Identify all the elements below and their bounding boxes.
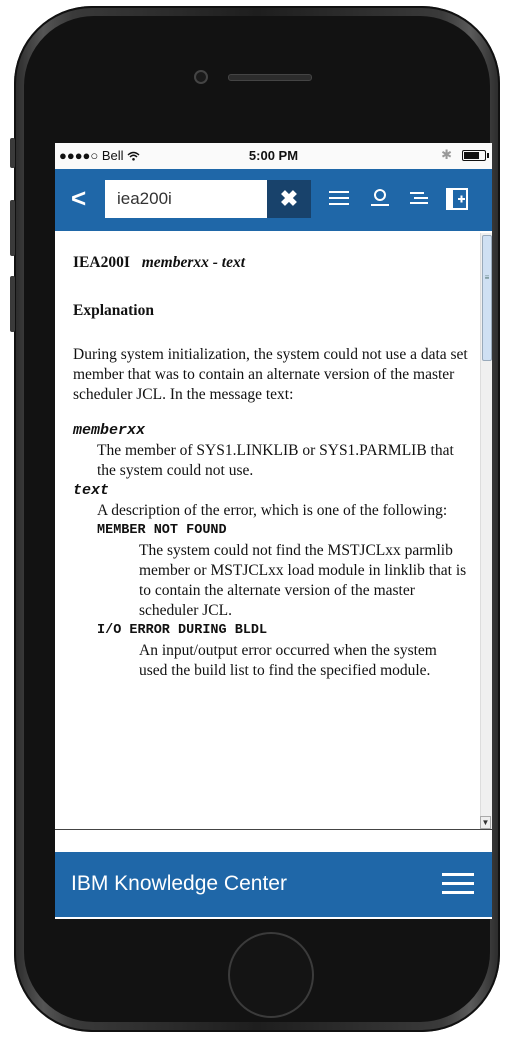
term-memberxx-definition: The member of SYS1.LINKLIB or SYS1.PARML… [97,442,454,479]
back-button[interactable]: < [71,183,86,213]
subterm-io-error: I/O ERROR DURING BLDL [97,623,268,638]
status-bar: ●●●●○ Bell 5:00 PM ✱ [55,143,492,169]
search-input[interactable] [105,180,267,218]
battery-icon [462,149,489,161]
message-header: IEA200I memberxx - text [73,253,469,273]
explanation-text: During system initialization, the system… [73,346,468,403]
footer-title[interactable]: IBM Knowledge Center [71,872,287,896]
top-toolbar: < ✖ [55,169,492,231]
term-text-definition: A description of the error, which is one… [97,502,448,519]
hamburger-menu-icon[interactable] [442,870,474,903]
message-content: IEA200I memberxx - text Explanation Duri… [55,231,479,831]
clear-search-button[interactable]: ✖ [267,180,311,218]
home-button[interactable] [228,932,314,1018]
add-collection-icon[interactable] [444,186,470,212]
scrollbar-grip-icon: ≡ [484,273,490,282]
user-icon[interactable] [368,186,394,212]
volume-down-button [10,276,15,332]
scroll-down-arrow-icon[interactable]: ▼ [480,816,491,829]
content-body: IEA200I memberxx - text Explanation Duri… [73,253,469,681]
earpiece-speaker [228,74,312,81]
mute-switch [10,138,15,168]
scrollbar-thumb[interactable]: ≡ [482,235,492,361]
subterm-io-error-definition: An input/output error occurred when the … [139,642,437,679]
bluetooth-icon: ✱ [441,147,452,162]
volume-up-button [10,200,15,256]
content-scrollbar[interactable]: ≡ [480,233,492,829]
message-variables: memberxx - text [141,254,246,271]
term-memberxx: memberxx [73,422,146,439]
status-time: 5:00 PM [248,148,299,163]
explanation-heading: Explanation [73,302,154,319]
status-right: ✱ [441,147,489,163]
toc-icon[interactable] [327,186,353,212]
outline-icon[interactable] [407,186,433,212]
subterm-member-not-found: MEMBER NOT FOUND [97,523,227,538]
term-text: text [73,482,110,499]
phone-screen: ●●●●○ Bell 5:00 PM ✱ < ✖ IEA2 [55,143,492,919]
front-camera [194,70,208,84]
subterm-member-not-found-definition: The system could not find the MSTJCLxx p… [139,542,467,619]
message-id: IEA200I [73,254,130,271]
content-divider [55,829,492,830]
footer-bar: IBM Knowledge Center [55,852,492,917]
